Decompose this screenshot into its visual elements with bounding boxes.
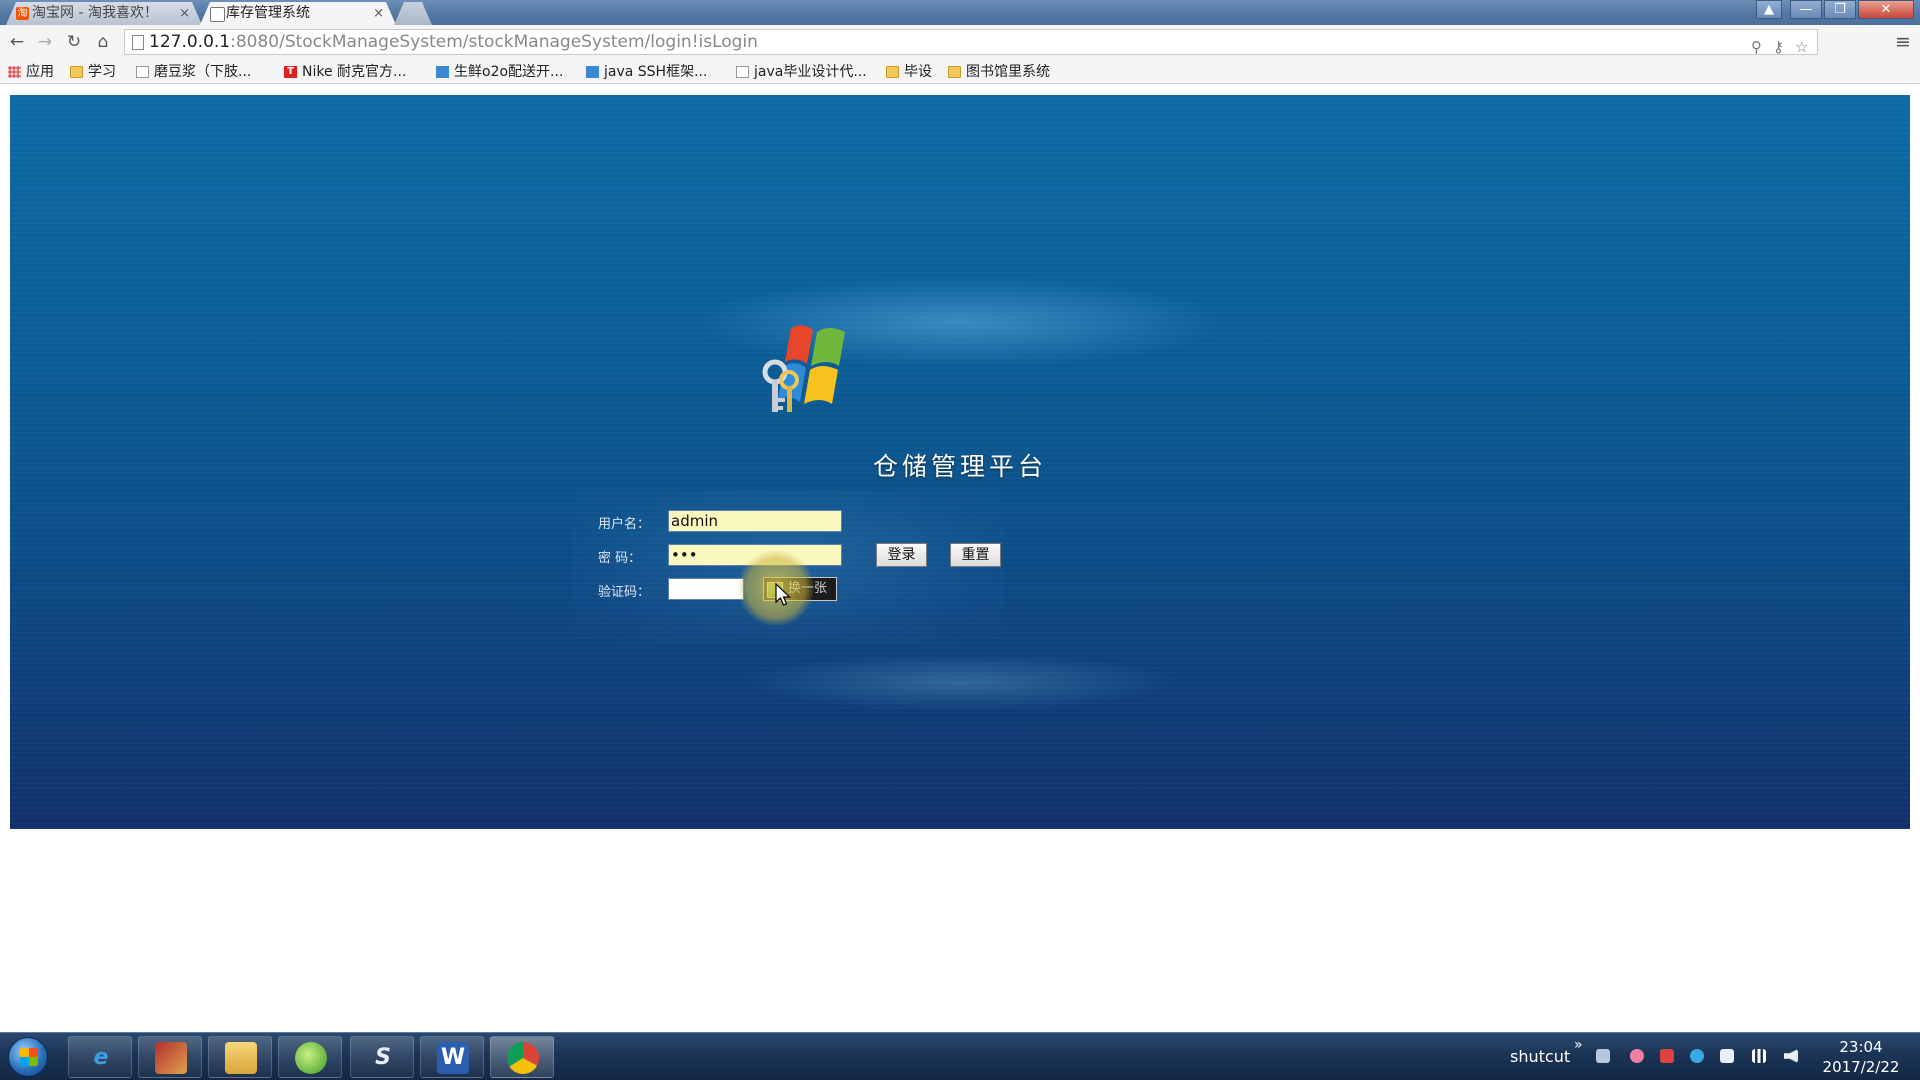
login-button[interactable]: 登录 bbox=[876, 543, 927, 567]
close-icon[interactable]: × bbox=[179, 2, 190, 25]
bookmark-label: 学习 bbox=[88, 64, 116, 80]
device-icon[interactable] bbox=[1720, 1049, 1734, 1063]
bookmark-label: 磨豆浆（下肢... bbox=[154, 64, 252, 80]
key-icon[interactable]: ⚷ bbox=[1773, 35, 1784, 59]
s-app-icon: S bbox=[375, 1045, 391, 1070]
bookmark-apps[interactable]: 应用 bbox=[6, 62, 54, 82]
system-clock[interactable]: 23:04 2017/2/22 bbox=[1816, 1037, 1906, 1077]
page-icon bbox=[736, 66, 749, 78]
password-input[interactable]: ••• bbox=[668, 544, 842, 566]
browser-toolbar: ← → ↻ ⌂ 127.0.0.1:8080/StockManageSystem… bbox=[0, 25, 1920, 60]
taskbar-s-app[interactable]: S bbox=[350, 1036, 414, 1078]
username-label: 用户名： bbox=[598, 517, 651, 532]
captcha-image[interactable]: 换一张 bbox=[763, 577, 837, 601]
bookmark-java-graduation[interactable]: java毕业设计代... bbox=[734, 62, 867, 82]
start-button[interactable] bbox=[8, 1037, 48, 1077]
flower-icon[interactable] bbox=[1630, 1049, 1644, 1063]
bookmark-java-ssh[interactable]: java SSH框架... bbox=[584, 62, 707, 82]
tray-chevron-icon[interactable]: » bbox=[1574, 1037, 1583, 1053]
word-icon: W bbox=[437, 1042, 469, 1074]
url-host: 127.0.0.1 bbox=[149, 32, 231, 52]
folder-icon bbox=[886, 66, 899, 78]
broken-image-icon bbox=[767, 582, 783, 598]
bookmark-label: 应用 bbox=[26, 64, 54, 80]
bookmark-nike[interactable]: T Nike 耐克官方... bbox=[282, 62, 406, 82]
windows-icon bbox=[20, 1048, 38, 1066]
qq-icon[interactable] bbox=[1660, 1049, 1674, 1063]
address-bar[interactable]: 127.0.0.1:8080/StockManageSystem/stockMa… bbox=[124, 29, 1818, 56]
bookmark-label: java SSH框架... bbox=[604, 64, 708, 80]
captcha-label: 验证码： bbox=[598, 585, 651, 600]
taskbar-ie[interactable]: e bbox=[68, 1036, 132, 1078]
platform-title: 仓储管理平台 bbox=[872, 452, 1047, 481]
taskbar-leaf-app[interactable] bbox=[278, 1036, 342, 1078]
zoom-icon[interactable]: ⚲ bbox=[1751, 35, 1762, 59]
clock-date: 2017/2/22 bbox=[1822, 1058, 1900, 1076]
taobao-icon: 淘 bbox=[17, 8, 28, 19]
volume-icon[interactable] bbox=[1784, 1049, 1798, 1063]
explorer-icon bbox=[225, 1042, 257, 1074]
forward-icon[interactable]: → bbox=[34, 31, 56, 53]
login-banner: 仓储管理平台 bbox=[10, 95, 1910, 829]
taskbar-chrome[interactable] bbox=[490, 1036, 554, 1078]
bookmarks-bar: 应用 学习 磨豆浆（下肢... T Nike 耐克官方... 生鲜o2o配送开.… bbox=[0, 60, 1920, 84]
new-tab-button[interactable] bbox=[394, 2, 432, 25]
user-icon[interactable]: ▲ bbox=[1756, 0, 1782, 19]
media-icon bbox=[155, 1042, 187, 1074]
windows-taskbar: e S W shutcut » 23:04 2017/2/22 bbox=[0, 1032, 1920, 1080]
menu-icon[interactable]: ≡ bbox=[1892, 31, 1914, 53]
folder-icon bbox=[948, 66, 961, 78]
star-icon[interactable]: ☆ bbox=[1795, 35, 1808, 59]
home-icon[interactable]: ⌂ bbox=[92, 31, 114, 53]
keyboard-icon[interactable] bbox=[1596, 1049, 1610, 1063]
site-icon bbox=[436, 66, 449, 78]
tab-title: 淘宝网 - 淘我喜欢！ bbox=[32, 5, 158, 21]
bookmark-label: 生鲜o2o配送开... bbox=[454, 64, 564, 80]
windows-keys-logo-icon bbox=[762, 325, 845, 412]
bookmark-label: Nike 耐克官方... bbox=[302, 64, 407, 80]
clock-time: 23:04 bbox=[1839, 1038, 1883, 1056]
taskbar-word[interactable]: W bbox=[420, 1036, 484, 1078]
taskbar-media[interactable] bbox=[138, 1036, 202, 1078]
folder-icon bbox=[70, 66, 83, 78]
chrome-icon bbox=[507, 1042, 539, 1074]
taskbar-explorer[interactable] bbox=[208, 1036, 272, 1078]
captcha-input[interactable] bbox=[668, 578, 744, 600]
ie-icon: e bbox=[93, 1045, 109, 1070]
page-icon bbox=[132, 35, 144, 50]
reload-icon[interactable]: ↻ bbox=[63, 31, 85, 53]
bookmark-study[interactable]: 学习 bbox=[68, 62, 116, 82]
network-globe-icon[interactable] bbox=[1690, 1049, 1704, 1063]
bookmark-label: 图书馆里系统 bbox=[966, 64, 1050, 80]
username-input[interactable] bbox=[668, 510, 842, 532]
browser-tab-strip: 淘 淘宝网 - 淘我喜欢！ × 库存管理系统 × ▲ — ❐ ✕ bbox=[0, 0, 1920, 25]
bookmark-label: java毕业设计代... bbox=[754, 64, 867, 80]
close-icon[interactable]: × bbox=[373, 2, 384, 25]
reset-button[interactable]: 重置 bbox=[950, 543, 1001, 567]
tab-title: 库存管理系统 bbox=[226, 5, 310, 21]
bookmark-label: 毕设 bbox=[904, 64, 932, 80]
site-icon bbox=[586, 66, 599, 78]
tray-toolbar-label[interactable]: shutcut bbox=[1510, 1047, 1570, 1066]
captcha-refresh-text: 换一张 bbox=[788, 581, 828, 596]
bookmark-bishe[interactable]: 毕设 bbox=[884, 62, 932, 82]
bookmark-o2o[interactable]: 生鲜o2o配送开... bbox=[434, 62, 563, 82]
password-label: 密 码： bbox=[598, 551, 642, 566]
minimize-button[interactable]: — bbox=[1790, 0, 1822, 19]
url-path: :8080/StockManageSystem/stockManageSyste… bbox=[230, 32, 758, 52]
close-window-button[interactable]: ✕ bbox=[1858, 0, 1914, 19]
bookmark-library-system[interactable]: 图书馆里系统 bbox=[946, 62, 1050, 82]
signal-bars-icon[interactable] bbox=[1752, 1049, 1766, 1063]
maximize-button[interactable]: ❐ bbox=[1824, 0, 1856, 19]
back-icon[interactable]: ← bbox=[6, 31, 28, 53]
tab-taobao[interactable]: 淘 淘宝网 - 淘我喜欢！ × bbox=[6, 2, 202, 25]
apps-grid-icon bbox=[8, 66, 21, 78]
tab-stock-system[interactable]: 库存管理系统 × bbox=[200, 2, 396, 25]
nike-icon: T bbox=[284, 66, 297, 78]
bookmark-soymilk[interactable]: 磨豆浆（下肢... bbox=[134, 62, 251, 82]
page-icon bbox=[210, 7, 225, 22]
leaf-app-icon bbox=[295, 1042, 327, 1074]
page-icon bbox=[136, 66, 149, 78]
